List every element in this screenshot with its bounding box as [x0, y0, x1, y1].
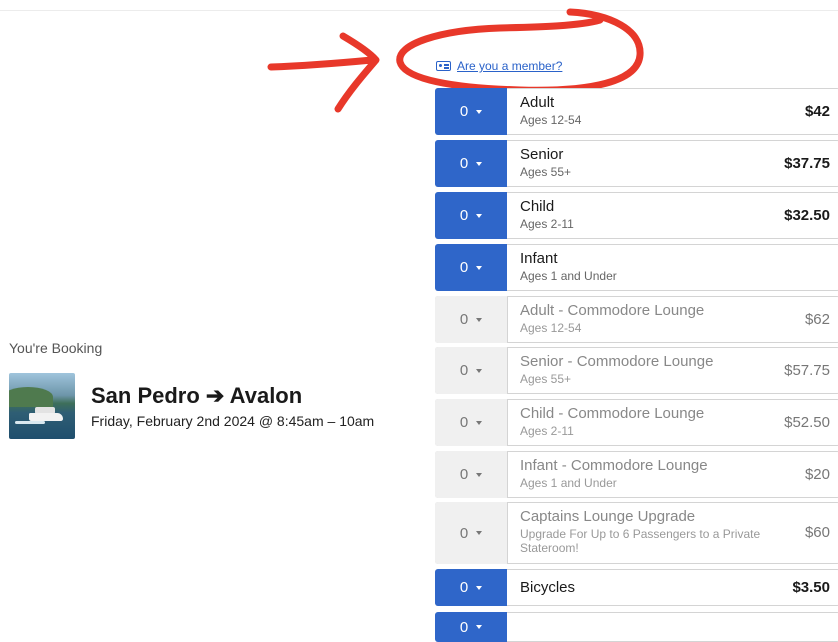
fare-name: Child - Commodore Lounge: [520, 405, 705, 422]
ferry-thumbnail: [9, 373, 75, 439]
fare-name: Adult - Commodore Lounge: [520, 302, 705, 319]
quantity-select[interactable]: 0: [435, 296, 508, 343]
top-divider: [0, 10, 838, 11]
caret-down-icon: [476, 368, 483, 373]
quantity-value: 0: [459, 362, 469, 379]
fare-row: 0 Child - Commodore Lounge Ages 2-11 $52.50: [435, 399, 838, 446]
fare-subtitle: Ages 12-54: [520, 321, 582, 335]
caret-down-icon: [476, 420, 483, 425]
fare-price: $20: [804, 466, 830, 483]
quantity-value: 0: [459, 103, 469, 120]
quantity-select[interactable]: 0: [435, 192, 507, 239]
fare-row: 0 Bicycles $3.50: [435, 569, 838, 606]
fare-name: Senior: [520, 146, 564, 163]
quantity-select[interactable]: 0: [435, 399, 508, 446]
quantity-select[interactable]: 0: [435, 569, 507, 606]
fare-name: Adult: [520, 94, 555, 111]
quantity-select[interactable]: 0: [435, 140, 507, 187]
annotation-arrow: [267, 32, 380, 113]
fare-price: $62: [804, 311, 830, 328]
quantity-value: 0: [459, 207, 469, 224]
fare-price: $32.50: [784, 207, 830, 224]
quantity-select[interactable]: 0: [435, 88, 507, 135]
fare-row: 0: [435, 612, 838, 642]
quantity-select[interactable]: 0: [435, 244, 507, 291]
fare-price: $52.50: [784, 414, 830, 431]
fare-row: 0 Senior Ages 55+ $37.75: [435, 140, 838, 187]
quantity-value: 0: [459, 579, 469, 596]
fare-price: $3.50: [792, 579, 830, 596]
quantity-value: 0: [459, 311, 469, 328]
annotation-circle: [396, 8, 644, 94]
member-link[interactable]: Are you a member?: [436, 59, 562, 73]
caret-down-icon: [476, 213, 483, 218]
quantity-select[interactable]: 0: [435, 612, 507, 642]
caret-down-icon: [476, 265, 483, 270]
fare-price: $60: [804, 524, 830, 541]
fare-subtitle: Ages 1 and Under: [520, 476, 617, 490]
caret-down-icon: [476, 585, 483, 590]
fare-name: Infant: [520, 250, 558, 267]
fare-price: $37.75: [784, 155, 830, 172]
fare-row: 0 Infant - Commodore Lounge Ages 1 and Und…: [435, 451, 838, 498]
fare-row: 0 Senior - Commodore Lounge Ages 55+ $57.75: [435, 347, 838, 394]
member-card-icon: [436, 61, 451, 71]
fare-name: Child: [520, 198, 555, 215]
quantity-value: 0: [459, 618, 469, 636]
trip-datetime: Friday, February 2nd 2024 @ 8:45am – 10a…: [91, 413, 375, 429]
fare-subtitle: Ages 2-11: [520, 217, 574, 231]
trip-route: San Pedro ➔ Avalon: [91, 383, 303, 408]
fare-subtitle: Ages 2-11: [520, 424, 574, 438]
fare-price: $42: [804, 103, 830, 120]
fare-row: 0 Infant Ages 1 and Under: [435, 244, 838, 291]
fare-name: Infant - Commodore Lounge: [520, 457, 708, 474]
fare-subtitle: Ages 1 and Under: [520, 269, 617, 283]
fare-row: 0 Child Ages 2-11 $32.50: [435, 192, 838, 239]
caret-down-icon: [476, 109, 483, 114]
caret-down-icon: [476, 317, 483, 322]
member-link-label: Are you a member?: [457, 59, 563, 73]
caret-down-icon: [476, 161, 483, 166]
fare-row: 0 Adult - Commodore Lounge Ages 12-54 $62: [435, 296, 838, 343]
caret-down-icon: [476, 625, 483, 629]
fare-subtitle: Upgrade For Up to 6 Passengers to a Priv…: [520, 527, 761, 555]
booking-heading: You're Booking: [9, 340, 103, 356]
quantity-value: 0: [459, 259, 469, 276]
fare-name: Bicycles: [520, 579, 576, 596]
caret-down-icon: [476, 531, 483, 535]
fare-row: 0 Adult Ages 12-54 $42: [435, 88, 838, 135]
fare-subtitle: Ages 55+: [520, 165, 572, 179]
quantity-value: 0: [459, 155, 469, 172]
fare-row: 0 Captains Lounge Upgrade Upgrade For Up t…: [435, 502, 838, 564]
fare-subtitle: Ages 12-54: [520, 113, 582, 127]
quantity-select[interactable]: 0: [435, 451, 508, 498]
quantity-value: 0: [459, 466, 469, 483]
quantity-value: 0: [459, 524, 469, 542]
fare-price: $57.75: [784, 362, 830, 379]
quantity-select[interactable]: 0: [435, 347, 508, 394]
caret-down-icon: [476, 472, 483, 477]
fare-subtitle: Ages 55+: [520, 372, 572, 386]
quantity-value: 0: [459, 414, 469, 431]
quantity-select[interactable]: 0: [435, 502, 508, 564]
fare-name: Senior - Commodore Lounge: [520, 353, 714, 370]
fare-name: Captains Lounge Upgrade: [520, 508, 696, 525]
